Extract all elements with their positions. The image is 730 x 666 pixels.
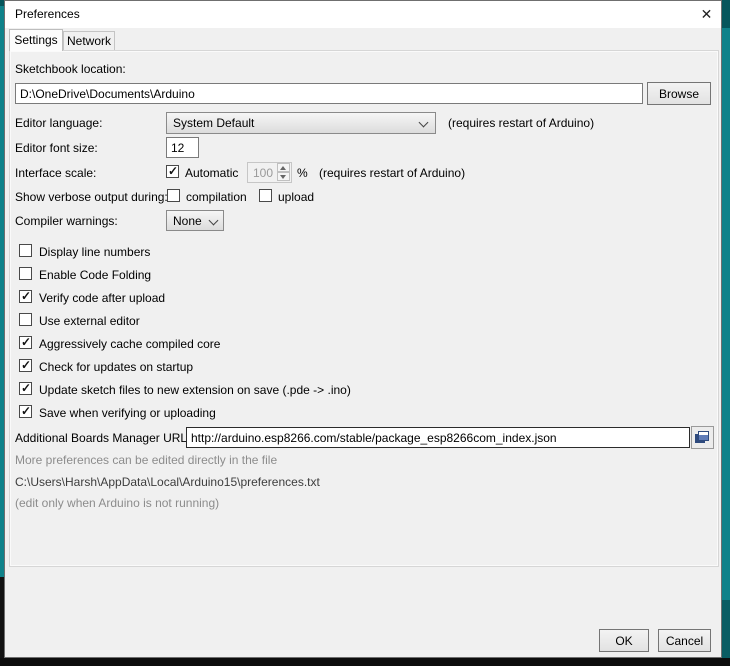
checkbox-use-external-editor[interactable] bbox=[19, 313, 32, 326]
preferences-dialog: Preferences ✕ Settings Network Sketchboo… bbox=[4, 0, 722, 658]
checkbox-display-line-numbers[interactable] bbox=[19, 244, 32, 257]
interface-scale-label: Interface scale: bbox=[15, 166, 96, 180]
boards-manager-urls-input[interactable] bbox=[186, 427, 690, 448]
compiler-warnings-label: Compiler warnings: bbox=[15, 214, 118, 228]
screen: Preferences ✕ Settings Network Sketchboo… bbox=[0, 0, 730, 666]
chevron-down-icon bbox=[209, 216, 219, 226]
automatic-scale-checkbox-label: Automatic bbox=[185, 166, 238, 180]
editor-language-dropdown[interactable]: System Default bbox=[166, 112, 436, 134]
automatic-scale-checkbox[interactable] bbox=[166, 165, 179, 178]
tab-settings[interactable]: Settings bbox=[9, 29, 63, 51]
checkbox-label: Update sketch files to new extension on … bbox=[39, 383, 351, 397]
checkbox-enable-code-folding[interactable] bbox=[19, 267, 32, 280]
scale-restart-note: (requires restart of Arduino) bbox=[319, 166, 465, 180]
bg-bottom-bar bbox=[0, 658, 730, 666]
compiler-warnings-dropdown[interactable]: None bbox=[166, 210, 224, 231]
language-restart-note: (requires restart of Arduino) bbox=[448, 116, 594, 130]
verbose-compilation-label: compilation bbox=[186, 190, 247, 204]
checkbox-label: Display line numbers bbox=[39, 245, 150, 259]
tab-network[interactable]: Network bbox=[63, 31, 115, 51]
spinner-arrows bbox=[277, 163, 291, 182]
checkbox-aggressively-cache[interactable] bbox=[19, 336, 32, 349]
checkbox-label: Aggressively cache compiled core bbox=[39, 337, 220, 351]
checkbox-save-when-verifying[interactable] bbox=[19, 405, 32, 418]
compiler-warnings-value: None bbox=[173, 214, 202, 228]
scale-value: 100 bbox=[253, 166, 273, 180]
checkbox-label: Check for updates on startup bbox=[39, 360, 193, 374]
edit-only-note: (edit only when Arduino is not running) bbox=[15, 496, 219, 510]
preferences-file-path: C:\Users\Harsh\AppData\Local\Arduino15\p… bbox=[15, 475, 320, 489]
bg-right-strip-teal bbox=[722, 28, 730, 600]
close-icon[interactable]: ✕ bbox=[693, 2, 720, 27]
ok-button[interactable]: OK bbox=[599, 629, 649, 652]
cancel-button[interactable]: Cancel bbox=[658, 629, 711, 652]
checkbox-label: Save when verifying or uploading bbox=[39, 406, 216, 420]
sketchbook-location-input[interactable] bbox=[15, 83, 643, 104]
open-urls-editor-button[interactable] bbox=[691, 426, 714, 449]
browse-button[interactable]: Browse bbox=[647, 82, 711, 105]
scale-value-spinner[interactable]: 100 bbox=[247, 162, 292, 183]
sketchbook-location-label: Sketchbook location: bbox=[15, 62, 126, 76]
checkbox-verify-code-after-upload[interactable] bbox=[19, 290, 32, 303]
more-preferences-note: More preferences can be edited directly … bbox=[15, 453, 277, 467]
bg-right-strip-dark bbox=[722, 0, 730, 28]
verbose-upload-checkbox[interactable] bbox=[259, 189, 272, 202]
checkbox-update-sketch-files[interactable] bbox=[19, 382, 32, 395]
editor-language-value: System Default bbox=[173, 116, 254, 130]
verbose-output-label: Show verbose output during: bbox=[15, 190, 168, 204]
checkbox-label: Enable Code Folding bbox=[39, 268, 151, 282]
editor-font-size-input[interactable] bbox=[166, 137, 199, 158]
checkbox-label: Use external editor bbox=[39, 314, 140, 328]
title-bar[interactable]: Preferences ✕ bbox=[5, 1, 721, 28]
checkbox-label: Verify code after upload bbox=[39, 291, 165, 305]
checkbox-check-for-updates[interactable] bbox=[19, 359, 32, 372]
new-window-icon bbox=[695, 431, 710, 444]
verbose-upload-label: upload bbox=[278, 190, 314, 204]
percent-sign: % bbox=[297, 166, 308, 180]
spinner-down-icon[interactable] bbox=[277, 172, 290, 181]
window-title: Preferences bbox=[15, 7, 80, 21]
editor-font-size-label: Editor font size: bbox=[15, 141, 98, 155]
spinner-up-icon[interactable] bbox=[277, 163, 290, 172]
editor-language-label: Editor language: bbox=[15, 116, 102, 130]
bg-right-strip-bottom bbox=[722, 600, 730, 666]
chevron-down-icon bbox=[419, 118, 429, 128]
verbose-compilation-checkbox[interactable] bbox=[167, 189, 180, 202]
boards-manager-urls-label: Additional Boards Manager URLs: bbox=[15, 431, 196, 445]
